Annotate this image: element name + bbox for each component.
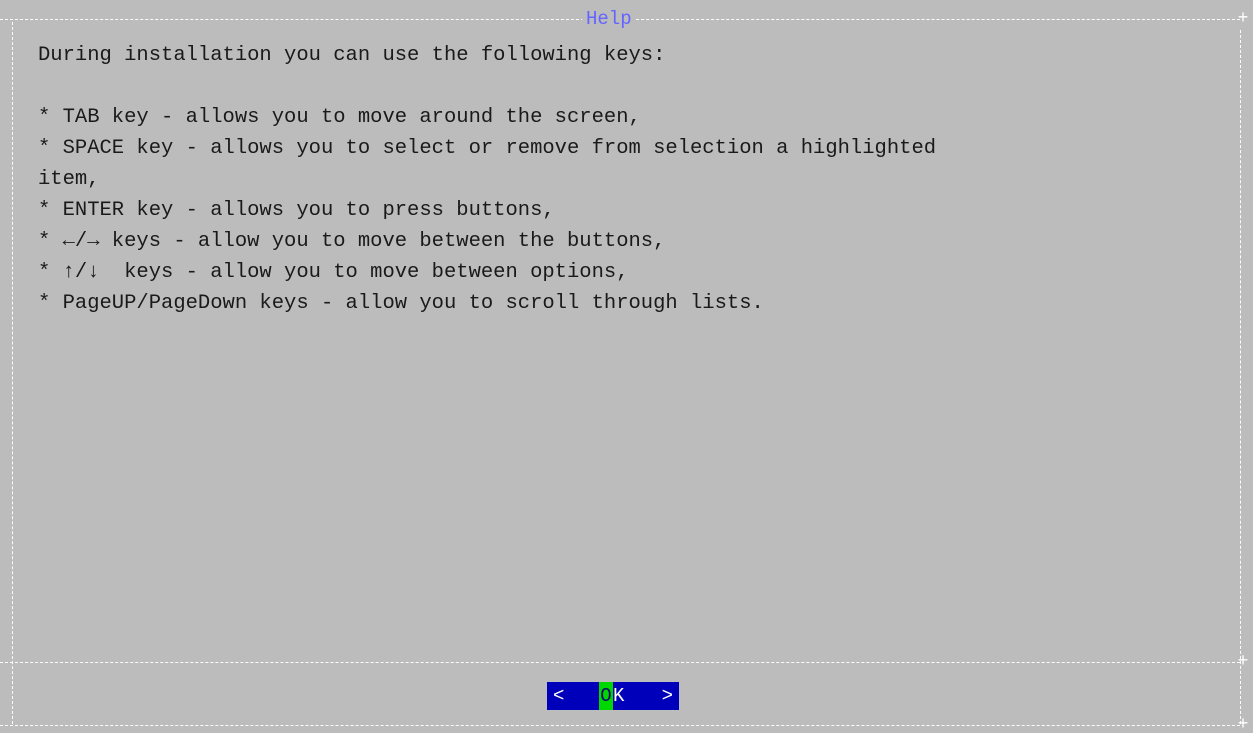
dialog-bottom-right-corner: + <box>1237 715 1249 733</box>
help-line-left-right: * ←/→ keys - allow you to move between t… <box>38 230 666 253</box>
ok-left-bracket: < <box>553 685 565 707</box>
help-line-blank <box>38 71 1218 102</box>
dialog-button-separator <box>0 662 1240 663</box>
dialog-title: Help <box>582 8 636 30</box>
help-dialog: + + + Help During installation you can u… <box>0 0 1253 733</box>
help-line-up-down: * ↑/↓ keys - allow you to move between o… <box>38 261 629 284</box>
help-line-enter: * ENTER key - allows you to press button… <box>38 199 555 222</box>
help-line-tab: * TAB key - allows you to move around th… <box>38 106 641 129</box>
dialog-bottom-border <box>0 725 1240 726</box>
help-line-space: * SPACE key - allows you to select or re… <box>38 137 937 160</box>
separator-right-corner: + <box>1237 652 1249 672</box>
ok-right-bracket: > <box>661 685 673 707</box>
dialog-right-border <box>1240 30 1241 724</box>
ok-label-rest: K <box>613 685 625 707</box>
help-line-space-cont: item, <box>38 168 100 191</box>
ok-button[interactable]: < O K > <box>547 682 679 710</box>
dialog-left-border <box>12 22 13 724</box>
help-line-page: * PageUP/PageDown keys - allow you to sc… <box>38 292 764 315</box>
ok-hotkey-letter: O <box>599 682 613 710</box>
help-line-intro: During installation you can use the foll… <box>38 44 666 67</box>
help-text: During installation you can use the foll… <box>38 40 1218 319</box>
dialog-top-right-corner: + <box>1237 9 1249 29</box>
